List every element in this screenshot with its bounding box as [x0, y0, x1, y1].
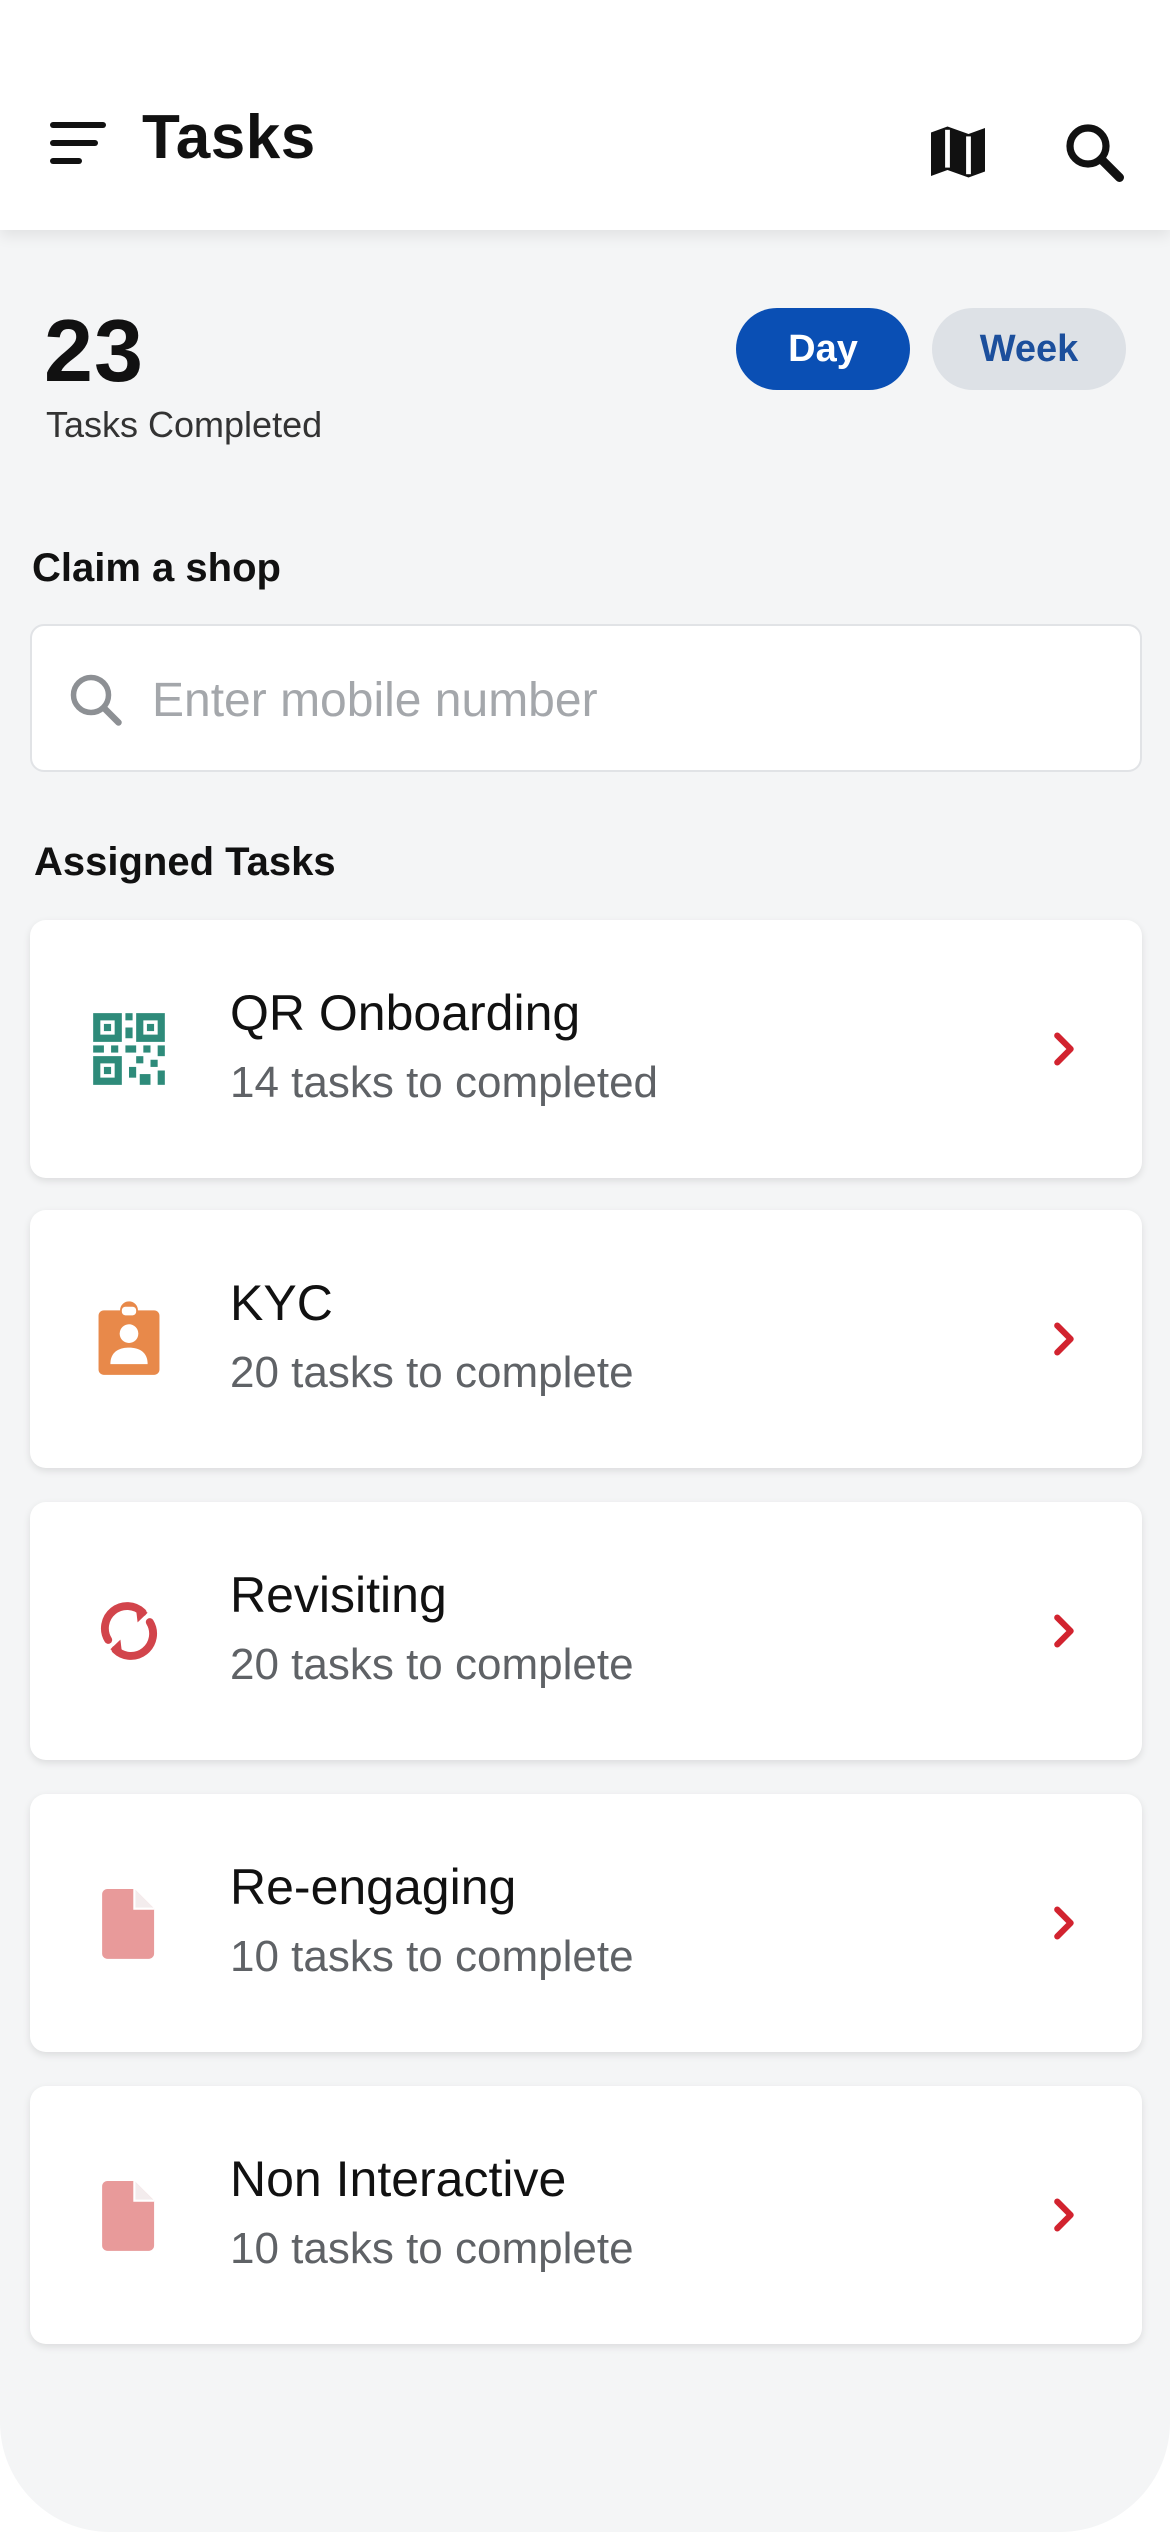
- chevron-right-icon: [1040, 1026, 1086, 1072]
- search-icon[interactable]: [1058, 116, 1130, 188]
- search-icon: [66, 670, 126, 730]
- chevron-right-icon: [1040, 1316, 1086, 1362]
- mobile-search-box[interactable]: [30, 624, 1142, 772]
- day-toggle-button[interactable]: Day: [736, 308, 910, 390]
- task-subtitle: 14 tasks to completed: [230, 1058, 659, 1107]
- task-title: KYC: [230, 1275, 333, 1331]
- menu-icon[interactable]: [44, 108, 112, 176]
- mobile-number-input[interactable]: [152, 662, 1112, 738]
- chevron-right-icon: [1040, 1900, 1086, 1946]
- task-card-non-interactive[interactable]: Non Interactive 10 tasks to complete: [30, 2086, 1142, 2344]
- chevron-right-icon: [1040, 2192, 1086, 2238]
- task-title: Non Interactive: [230, 2151, 567, 2207]
- task-card-qr-onboarding[interactable]: QR Onboarding 14 tasks to completed: [30, 920, 1142, 1178]
- map-icon[interactable]: [922, 116, 994, 188]
- task-subtitle: 20 tasks to complete: [230, 1640, 634, 1689]
- task-title: QR Onboarding: [230, 985, 581, 1041]
- tasks-screen: Tasks 23 Tasks Completed Day Week Claim …: [0, 0, 1170, 2532]
- chevron-right-icon: [1040, 1608, 1086, 1654]
- task-subtitle: 10 tasks to complete: [230, 1932, 634, 1981]
- id-badge-icon: [86, 1296, 172, 1382]
- assigned-tasks-heading: Assigned Tasks: [34, 840, 336, 884]
- task-title: Re-engaging: [230, 1859, 517, 1915]
- claim-shop-heading: Claim a shop: [32, 546, 281, 590]
- week-toggle-button[interactable]: Week: [932, 308, 1126, 390]
- app-bar: Tasks: [0, 0, 1170, 230]
- task-card-revisiting[interactable]: Revisiting 20 tasks to complete: [30, 1502, 1142, 1760]
- tasks-completed-count: 23: [44, 301, 144, 400]
- tasks-completed-label: Tasks Completed: [46, 404, 323, 445]
- document-icon: [86, 2172, 172, 2258]
- task-subtitle: 10 tasks to complete: [230, 2224, 634, 2273]
- task-card-kyc[interactable]: KYC 20 tasks to complete: [30, 1210, 1142, 1468]
- refresh-icon: [86, 1588, 172, 1674]
- task-title: Revisiting: [230, 1567, 447, 1623]
- qr-code-icon: [86, 1006, 172, 1092]
- task-card-re-engaging[interactable]: Re-engaging 10 tasks to complete: [30, 1794, 1142, 2052]
- document-icon: [86, 1880, 172, 1966]
- page-title: Tasks: [142, 103, 316, 172]
- task-subtitle: 20 tasks to complete: [230, 1348, 634, 1397]
